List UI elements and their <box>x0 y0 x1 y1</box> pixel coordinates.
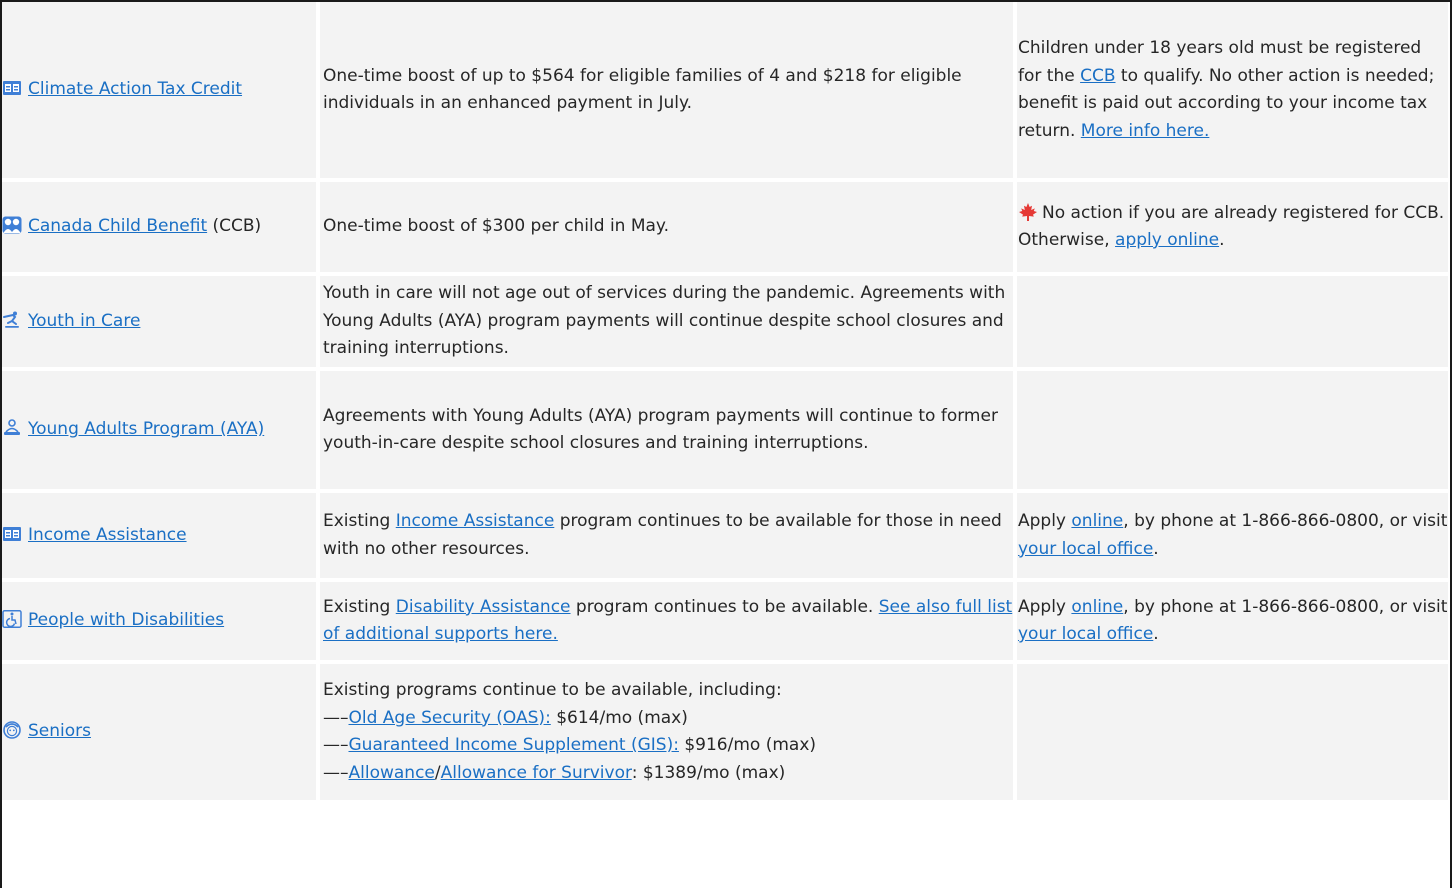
gis-amount: $916/mo (max) <box>678 735 817 755</box>
program-line-oas: —–Old Age Security (OAS): $614/mo (max) <box>323 705 1013 733</box>
program-line-allowance: —–Allowance/Allowance for Survivor: $138… <box>323 760 1013 788</box>
id-card-icon <box>2 79 22 97</box>
benefit-description-cell: One-time boost of $300 per child in May. <box>320 182 1017 276</box>
benefit-name-cell: Canada Child Benefit (CCB) <box>2 182 320 276</box>
ccb-link[interactable]: CCB <box>1080 66 1115 86</box>
benefit-name-cell: Climate Action Tax Credit <box>2 2 320 182</box>
benefit-name: Canada Child Benefit <box>28 216 208 237</box>
table-row: Canada Child Benefit (CCB) One-time boos… <box>2 182 1448 276</box>
dash: —– <box>323 735 349 755</box>
benefit-action-cell: No action if you are already registered … <box>1017 182 1448 276</box>
more-info-link[interactable]: More info here. <box>1081 121 1210 141</box>
benefits-table: Climate Action Tax Credit One-time boost… <box>2 2 1448 804</box>
action-text: No action if you are already registered … <box>1018 202 1445 251</box>
person-at-desk-icon <box>2 419 22 437</box>
maple-leaf-icon <box>1018 202 1038 222</box>
benefit-action-cell: Apply online, by phone at 1-866-866-0800… <box>1017 582 1448 664</box>
benefit-description: One-time boost of $300 per child in May. <box>323 216 669 237</box>
table-row: Seniors Existing programs continue to be… <box>2 664 1448 804</box>
benefit-description-cell: Youth in care will not age out of servic… <box>320 276 1017 371</box>
gis-link[interactable]: Guaranteed Income Supplement (GIS): <box>349 735 679 755</box>
allowance-link[interactable]: Allowance <box>349 763 435 783</box>
description-text: program continues to be available. <box>570 596 879 617</box>
action-text: Apply <box>1018 511 1072 531</box>
benefit-description: Youth in care will not age out of servic… <box>323 283 1006 359</box>
benefit-name-cell: Youth in Care <box>2 276 320 371</box>
benefit-suffix: (CCB) <box>207 216 262 237</box>
table-row: Income Assistance Existing Income Assist… <box>2 493 1448 582</box>
table-row: Young Adults Program (AYA) Agreements wi… <box>2 371 1448 493</box>
action-text: , by phone at 1-866-866-0800, or visit <box>1123 596 1448 617</box>
action-text: Apply <box>1018 596 1072 617</box>
description-text: Existing <box>323 511 396 531</box>
benefit-name-cell: People with Disabilities <box>2 582 320 664</box>
youth-in-care-link[interactable]: Youth in Care <box>2 311 140 331</box>
dash: —– <box>323 707 349 728</box>
dash: —– <box>323 762 349 783</box>
benefit-action-cell <box>1017 276 1448 371</box>
local-office-link[interactable]: your local office <box>1018 624 1153 644</box>
action-text: . <box>1219 230 1225 250</box>
description-text: Existing <box>323 596 396 617</box>
apply-online-link[interactable]: online <box>1071 511 1123 531</box>
benefit-action-cell: Apply online, by phone at 1-866-866-0800… <box>1017 493 1448 582</box>
table-row: People with Disabilities Existing Disabi… <box>2 582 1448 664</box>
seniors-link[interactable]: Seniors <box>2 721 91 741</box>
benefit-description-cell: Existing Disability Assistance program c… <box>320 582 1017 664</box>
oas-amount: $614/mo (max) <box>550 707 688 728</box>
canada-child-benefit-link[interactable]: Canada Child Benefit <box>2 216 207 236</box>
action-text: . <box>1153 624 1159 644</box>
senior-face-icon <box>2 721 22 740</box>
apply-online-link[interactable]: online <box>1071 597 1123 617</box>
benefit-description: Agreements with Young Adults (AYA) progr… <box>323 405 998 454</box>
climate-action-tax-credit-link[interactable]: Climate Action Tax Credit <box>2 79 242 99</box>
benefit-action-cell <box>1017 664 1448 804</box>
survivor-amount: : $1389/mo (max) <box>631 762 786 783</box>
benefit-name-cell: Income Assistance <box>2 493 320 582</box>
program-line-gis: —–Guaranteed Income Supplement (GIS): $9… <box>323 732 1013 760</box>
disability-assistance-link[interactable]: Disability Assistance <box>396 597 571 617</box>
local-office-link[interactable]: your local office <box>1018 539 1153 559</box>
benefit-name: Income Assistance <box>28 524 187 545</box>
benefit-action-cell: Children under 18 years old must be regi… <box>1017 2 1448 182</box>
apply-online-link[interactable]: apply online <box>1115 230 1219 250</box>
income-assistance-program-link[interactable]: Income Assistance <box>396 511 555 531</box>
table-row: Youth in Care Youth in care will not age… <box>2 276 1448 371</box>
benefit-name: Climate Action Tax Credit <box>28 79 243 100</box>
benefit-description-cell: Existing programs continue to be availab… <box>320 664 1017 804</box>
benefit-name: Youth in Care <box>28 310 141 331</box>
children-icon <box>2 216 22 234</box>
benefit-name-cell: Young Adults Program (AYA) <box>2 371 320 493</box>
skateboarder-icon <box>2 311 22 329</box>
benefit-description-cell: Existing Income Assistance program conti… <box>320 493 1017 582</box>
people-with-disabilities-link[interactable]: People with Disabilities <box>2 610 224 630</box>
wheelchair-icon <box>2 610 22 629</box>
benefit-name-cell: Seniors <box>2 664 320 804</box>
benefit-description: One-time boost of up to $564 for eligibl… <box>323 65 962 114</box>
action-text: . <box>1153 538 1159 559</box>
action-text: , by phone at 1-866-866-0800, or visit <box>1123 511 1448 531</box>
oas-link[interactable]: Old Age Security (OAS): <box>349 708 551 728</box>
benefit-description-cell: One-time boost of up to $564 for eligibl… <box>320 2 1017 182</box>
benefit-name: Young Adults Program (AYA) <box>28 419 265 440</box>
benefit-name: Seniors <box>28 721 91 742</box>
description-intro: Existing programs continue to be availab… <box>323 680 782 700</box>
table-row: Climate Action Tax Credit One-time boost… <box>2 2 1448 182</box>
id-card-icon <box>2 525 22 543</box>
benefit-description-cell: Agreements with Young Adults (AYA) progr… <box>320 371 1017 493</box>
young-adults-program-link[interactable]: Young Adults Program (AYA) <box>2 419 264 439</box>
income-assistance-link[interactable]: Income Assistance <box>2 525 187 545</box>
allowance-for-survivor-link[interactable]: Allowance for Survivor <box>441 763 632 783</box>
benefit-name: People with Disabilities <box>28 610 225 631</box>
benefit-action-cell <box>1017 371 1448 493</box>
